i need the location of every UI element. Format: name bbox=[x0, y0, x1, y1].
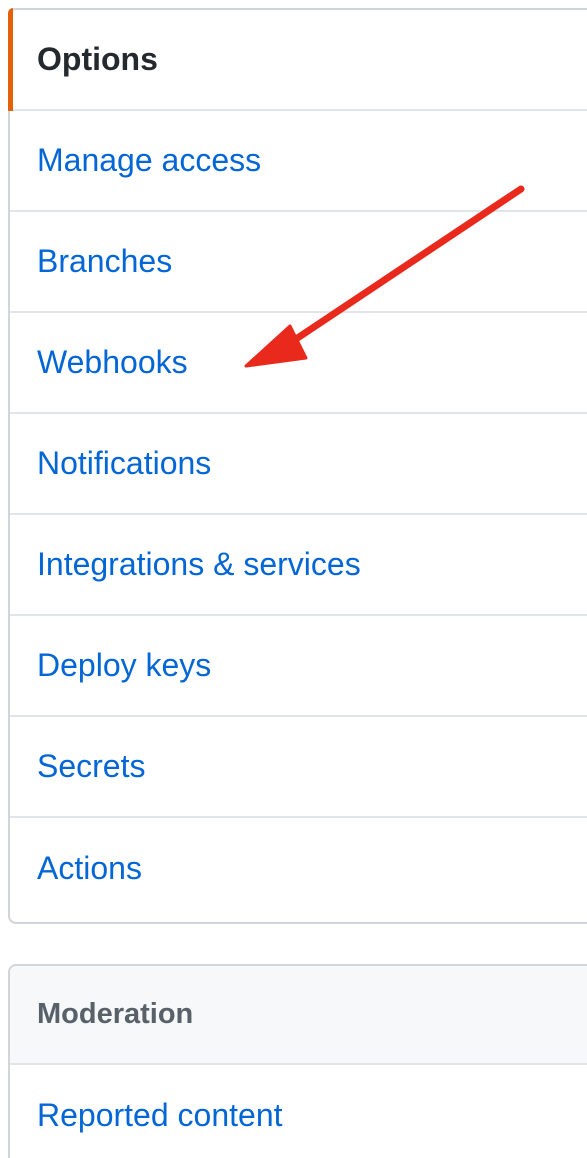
options-menu: Options Manage access Branches Webhooks … bbox=[8, 8, 587, 924]
menu-item-actions[interactable]: Actions bbox=[10, 818, 587, 919]
moderation-menu: Moderation Reported content bbox=[8, 964, 587, 1158]
menu-item-notifications[interactable]: Notifications bbox=[10, 414, 587, 515]
settings-sidebar: Options Manage access Branches Webhooks … bbox=[0, 0, 587, 1158]
menu-item-webhooks[interactable]: Webhooks bbox=[10, 313, 587, 414]
menu-item-manage-access[interactable]: Manage access bbox=[10, 111, 587, 212]
menu-item-reported-content[interactable]: Reported content bbox=[10, 1065, 587, 1158]
menu-item-deploy-keys[interactable]: Deploy keys bbox=[10, 616, 587, 717]
menu-item-secrets[interactable]: Secrets bbox=[10, 717, 587, 818]
menu-item-integrations-services[interactable]: Integrations & services bbox=[10, 515, 587, 616]
moderation-heading: Moderation bbox=[10, 966, 587, 1065]
menu-item-branches[interactable]: Branches bbox=[10, 212, 587, 313]
menu-item-options[interactable]: Options bbox=[8, 8, 587, 111]
